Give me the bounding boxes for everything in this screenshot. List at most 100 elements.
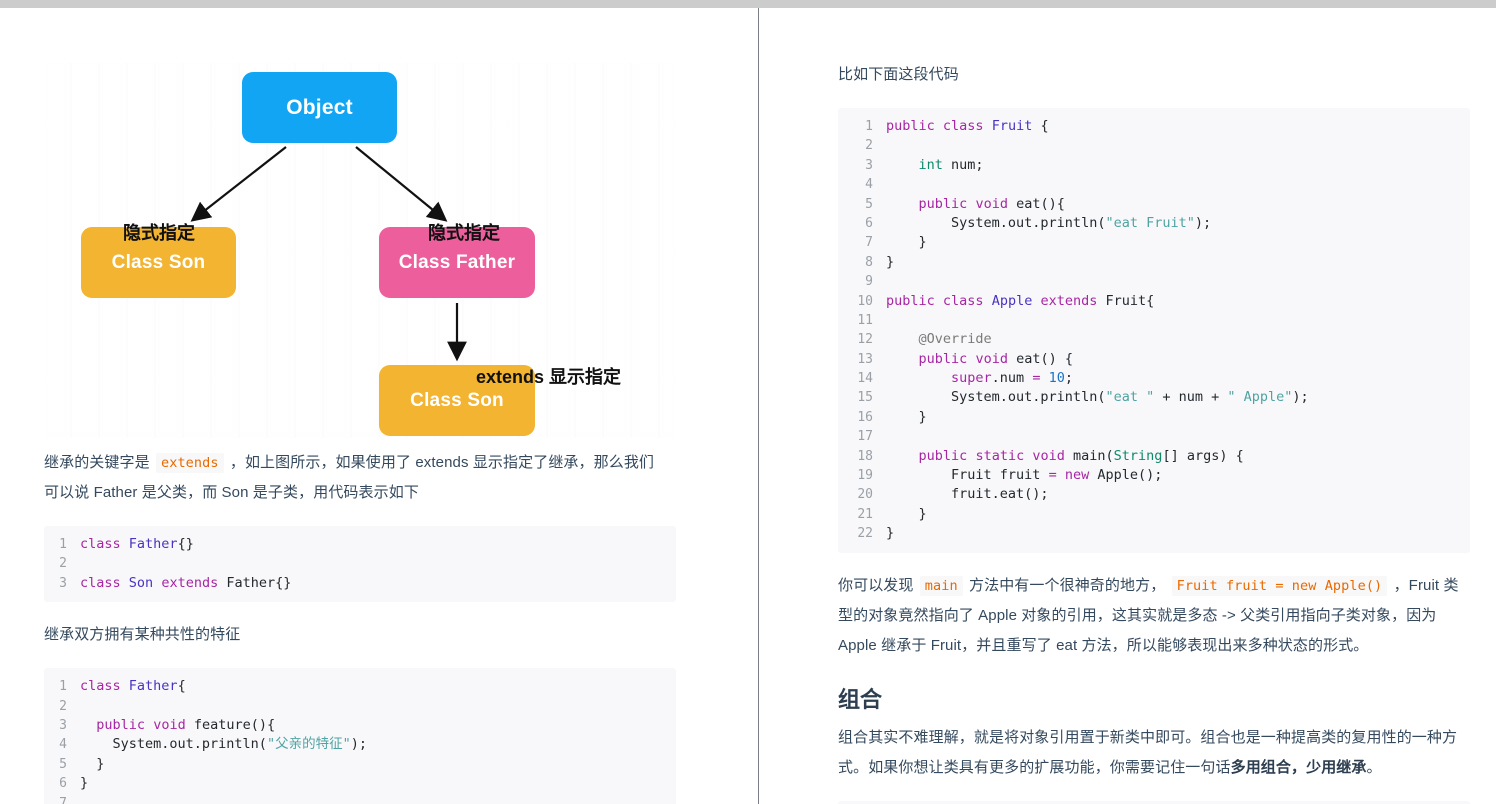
line-number: 4 xyxy=(865,177,873,193)
code-text: class Father{ xyxy=(80,678,186,695)
code-text: } xyxy=(886,408,927,425)
line-number: 3 xyxy=(59,717,67,733)
code-text: public void eat() { xyxy=(918,350,1073,367)
inline-code-fruit-new-apple: Fruit fruit = new Apple() xyxy=(1171,575,1388,596)
line-number: 15 xyxy=(857,390,873,406)
line-number: 16 xyxy=(857,409,873,425)
code-line: 3 public void feature(){ xyxy=(44,716,676,735)
diagram-edge-label-extends: extends 显示指定 xyxy=(476,367,622,387)
line-number: 2 xyxy=(59,698,67,714)
line-number: 3 xyxy=(865,157,873,173)
diagram-node-father-label: Class Father xyxy=(398,251,516,273)
line-number: 5 xyxy=(59,756,67,772)
code-text: super.num = 10; xyxy=(951,370,1073,387)
code-line: 17 xyxy=(838,427,1470,446)
inheritance-diagram: Object Class Son Class Father Class Son … xyxy=(44,63,676,438)
code-line: 14 super.num = 10; xyxy=(838,369,1470,388)
browser-chrome-bar xyxy=(0,0,1496,8)
code-text: System.out.println("eat Fruit"); xyxy=(886,214,1212,231)
diagram-node-object-label: Object xyxy=(286,95,353,119)
left-code-block-1: 1 class Father{} 2 3 class Son extends F… xyxy=(44,526,676,603)
code-text: public class Apple extends Fruit{ xyxy=(886,292,1155,309)
code-line: 8 } xyxy=(838,253,1470,272)
code-text: public void feature(){ xyxy=(96,716,276,733)
line-number: 18 xyxy=(857,448,873,464)
code-line: 1 public class Fruit { xyxy=(838,117,1470,136)
line-number: 19 xyxy=(857,468,873,484)
code-line: 10 public class Apple extends Fruit{ xyxy=(838,292,1470,311)
code-text: @Override xyxy=(918,331,992,348)
right-paragraph-2-text-a: 你可以发现 xyxy=(838,576,914,594)
code-line: 19 Fruit fruit = new Apple(); xyxy=(838,466,1470,485)
right-paragraph-3: 组合其实不难理解，就是将对象引用置于新类中即可。组合也是一种提高类的复用性的一种… xyxy=(838,723,1470,783)
code-line: 1 class Father{ xyxy=(44,677,676,696)
line-number: 9 xyxy=(865,274,873,290)
code-text: int num; xyxy=(918,156,984,173)
code-text: System.out.println("eat " + num + " Appl… xyxy=(886,389,1309,406)
line-number: 20 xyxy=(857,487,873,503)
line-number: 1 xyxy=(865,119,873,134)
code-line: 4 xyxy=(838,175,1470,194)
code-line: 18 public static void main(String[] args… xyxy=(838,447,1470,466)
line-number: 6 xyxy=(59,776,67,792)
right-paragraph-3-text-b: 。 xyxy=(1366,758,1382,776)
line-number: 17 xyxy=(857,429,873,445)
code-line: 7 xyxy=(44,794,676,804)
line-number: 8 xyxy=(865,254,873,270)
line-number: 7 xyxy=(59,795,67,804)
code-line: 7 } xyxy=(838,233,1470,252)
line-number: 14 xyxy=(857,371,873,387)
code-line: 13 public void eat() { xyxy=(838,350,1470,369)
code-line: 11 xyxy=(838,311,1470,330)
code-line: 2 xyxy=(44,554,676,573)
code-line: 9 xyxy=(838,272,1470,291)
code-line: 16 } xyxy=(838,408,1470,427)
code-text: } xyxy=(80,755,105,772)
line-number: 3 xyxy=(59,575,67,591)
line-number: 4 xyxy=(59,737,67,753)
inline-code-main: main xyxy=(919,575,963,596)
left-code-block-2: 1 class Father{ 2 3 public void feature(… xyxy=(44,668,676,804)
line-number: 12 xyxy=(857,332,873,348)
left-paragraph-1-text-a: 继承的关键字是 xyxy=(44,454,150,471)
line-number: 1 xyxy=(59,679,67,695)
code-text: class Father{} xyxy=(80,536,194,552)
code-text: } xyxy=(886,253,895,270)
code-line: 15 System.out.println("eat " + num + " A… xyxy=(838,388,1470,407)
right-page-column: 比如下面这段代码 1 public class Fruit { 2 3 int … xyxy=(759,8,1496,804)
left-paragraph-1: 继承的关键字是 extends ，如上图所示，如果使用了 extends 显示指… xyxy=(44,448,658,508)
code-line: 4 System.out.println("父亲的特征"); xyxy=(44,735,676,754)
diagram-edge-label-left: 隐式指定 xyxy=(123,223,195,243)
code-line: 22 } xyxy=(838,524,1470,543)
code-text: class Son extends Father{} xyxy=(80,574,292,591)
code-line: 21 } xyxy=(838,505,1470,524)
code-text: } xyxy=(886,234,927,251)
code-text: Fruit fruit = new Apple(); xyxy=(886,467,1163,484)
line-number: 2 xyxy=(59,556,67,572)
line-number: 2 xyxy=(865,138,873,154)
code-text: public static void main(String[] args) { xyxy=(918,447,1244,464)
code-line: 5 } xyxy=(44,755,676,774)
line-number: 5 xyxy=(865,196,873,212)
code-line: 6 } xyxy=(44,774,676,793)
line-number: 11 xyxy=(857,312,873,328)
line-number: 10 xyxy=(857,293,873,309)
diagram-node-son-implicit-label: Class Son xyxy=(111,251,206,273)
code-line: 3 class Son extends Father{} xyxy=(44,574,676,593)
line-number: 13 xyxy=(857,351,873,367)
inline-code-extends: extends xyxy=(155,453,224,473)
diagram-edge-label-right: 隐式指定 xyxy=(428,223,500,243)
right-code-block-1: 1 public class Fruit { 2 3 int num; 4 5 xyxy=(838,108,1470,553)
code-line: 20 fruit.eat(); xyxy=(838,485,1470,504)
code-line: 2 xyxy=(44,697,676,716)
diagram-node-object: Object xyxy=(242,72,397,143)
right-paragraph-2-text-b: 方法中有一个很神奇的地方， xyxy=(969,576,1166,594)
code-text: System.out.println("父亲的特征"); xyxy=(80,736,367,753)
right-paragraph-2: 你可以发现 main 方法中有一个很神奇的地方， Fruit fruit = n… xyxy=(838,571,1470,661)
line-number: 1 xyxy=(59,537,67,552)
code-line: 6 System.out.println("eat Fruit"); xyxy=(838,214,1470,233)
right-paragraph-1: 比如下面这段代码 xyxy=(838,66,959,83)
code-line: 3 int num; xyxy=(838,156,1470,175)
code-line: 1 class Father{} xyxy=(44,535,676,554)
code-line: 12 @Override xyxy=(838,330,1470,349)
